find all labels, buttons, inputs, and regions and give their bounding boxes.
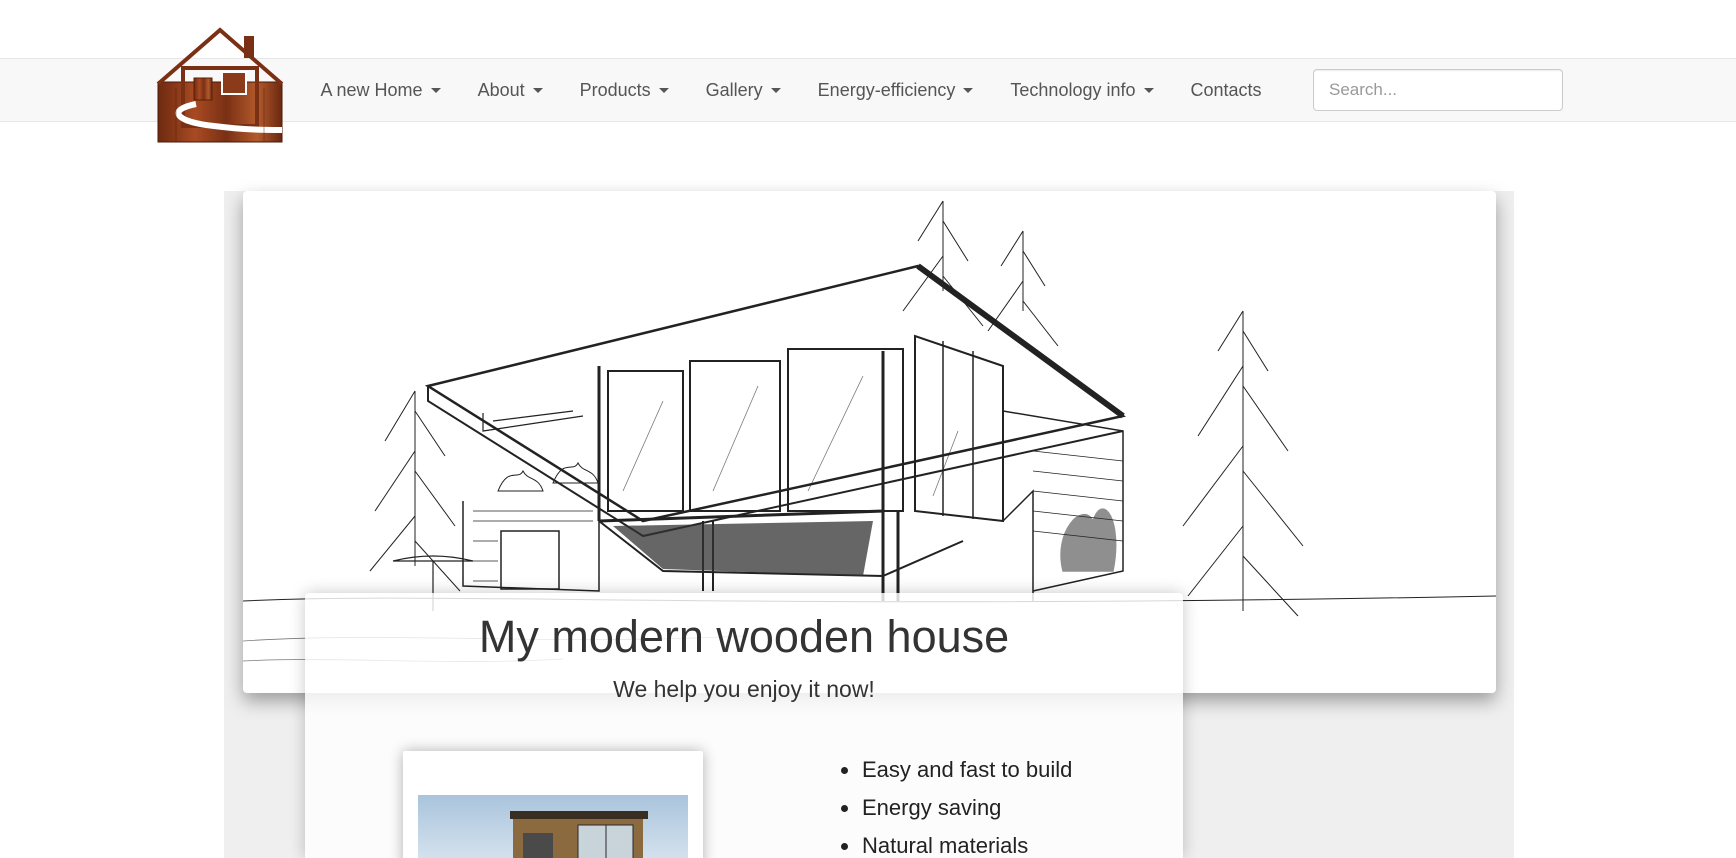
caret-down-icon xyxy=(963,87,974,93)
main-nav: A new Home About Products Gallery Energy… xyxy=(302,58,1280,122)
nav-item-energy-efficiency[interactable]: Energy-efficiency xyxy=(799,58,992,122)
list-item: Easy and fast to build xyxy=(838,751,1072,789)
search-input[interactable] xyxy=(1313,69,1563,111)
caret-down-icon xyxy=(430,87,441,93)
list-item: Natural materials xyxy=(838,827,1072,858)
feature-list: Easy and fast to build Energy saving Nat… xyxy=(838,751,1072,858)
list-item: Energy saving xyxy=(838,789,1072,827)
page-subtitle: We help you enjoy it now! xyxy=(613,676,875,702)
nav-item-gallery[interactable]: Gallery xyxy=(687,58,799,122)
nav-label: Gallery xyxy=(705,79,763,100)
page-title: My modern wooden house xyxy=(478,611,1010,662)
intro-card: My modern wooden house We help you enjoy… xyxy=(305,593,1183,858)
house-logo-icon[interactable] xyxy=(156,26,284,144)
house-photo-frame xyxy=(403,751,703,858)
nav-label: Energy-efficiency xyxy=(817,79,956,100)
nav-label: A new Home xyxy=(320,79,423,100)
nav-item-a-new-home[interactable]: A new Home xyxy=(302,58,459,122)
caret-down-icon xyxy=(658,87,669,93)
nav-item-products[interactable]: Products xyxy=(561,58,687,122)
caret-down-icon xyxy=(770,87,781,93)
nav-label: Contacts xyxy=(1190,79,1262,100)
nav-label: Products xyxy=(579,79,651,100)
nav-item-about[interactable]: About xyxy=(459,58,561,122)
nav-item-technology-info[interactable]: Technology info xyxy=(992,58,1172,122)
nav-label: About xyxy=(477,79,525,100)
caret-down-icon xyxy=(532,87,543,93)
nav-item-contacts[interactable]: Contacts xyxy=(1172,58,1280,122)
nav-label: Technology info xyxy=(1010,79,1136,100)
house-photo-image xyxy=(418,795,688,858)
caret-down-icon xyxy=(1143,87,1154,93)
